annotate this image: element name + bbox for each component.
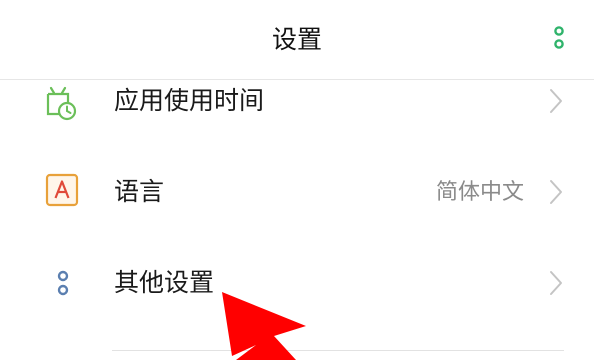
language-icon — [45, 173, 79, 207]
more-options-button[interactable] — [548, 24, 570, 54]
settings-item-label: 应用使用时间 — [114, 86, 265, 115]
settings-item-screen-time[interactable]: 应用使用时间 — [0, 56, 594, 146]
chevron-right-icon — [550, 89, 562, 113]
settings-item-other-settings[interactable]: 其他设置 — [0, 238, 594, 328]
settings-item-language[interactable]: 语言 简体中文 — [0, 147, 594, 237]
list-divider — [112, 350, 564, 351]
settings-item-label: 语言 — [114, 177, 165, 206]
chevron-right-icon — [550, 180, 562, 204]
more-vertical-icon — [554, 26, 564, 49]
page-title: 设置 — [271, 25, 322, 54]
settings-item-label: 其他设置 — [114, 268, 215, 297]
chevron-right-icon — [550, 271, 562, 295]
other-settings-icon — [57, 270, 69, 296]
screen-time-icon — [46, 86, 77, 121]
current-language-value: 简体中文 — [435, 180, 524, 205]
